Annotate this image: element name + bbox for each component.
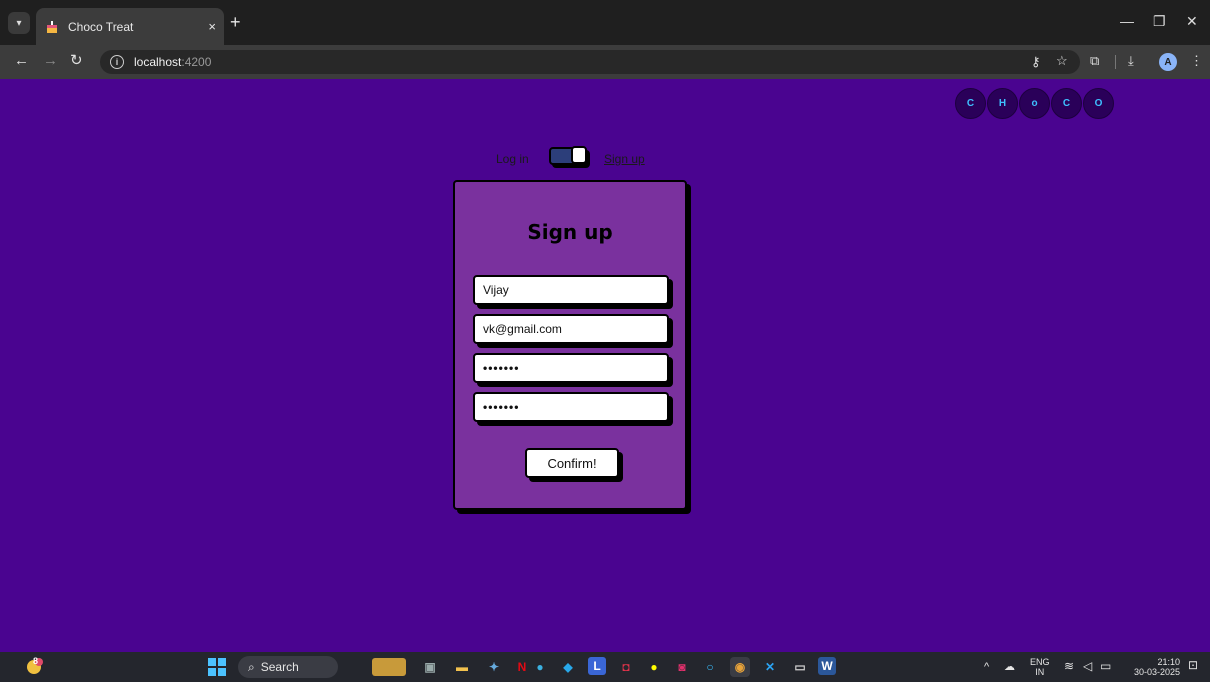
new-tab-button[interactable]: +: [230, 13, 241, 31]
region-code: IN: [1035, 667, 1045, 677]
chrome-icon[interactable]: ◉: [730, 657, 750, 677]
restore-icon[interactable]: ❐: [1153, 14, 1166, 28]
signup-label[interactable]: Sign up: [604, 152, 645, 166]
onedrive-icon[interactable]: ☁: [1004, 662, 1015, 673]
task-view-icon[interactable]: ▣: [420, 657, 440, 677]
confirm-password-field[interactable]: •••••••: [473, 392, 669, 422]
confirm-button[interactable]: Confirm!: [525, 448, 619, 478]
password-field[interactable]: •••••••: [473, 353, 669, 383]
cortana-icon[interactable]: ○: [700, 657, 720, 677]
back-icon[interactable]: ←: [14, 53, 29, 69]
toolbar-divider: [1115, 55, 1116, 69]
more-menu-icon[interactable]: ⋮: [1190, 54, 1203, 68]
signup-card: Sign up Vijay vk@gmail.com ••••••• •••••…: [453, 180, 687, 510]
date-text: 30-03-2025: [1133, 667, 1180, 677]
choco-logo: C H o C O: [955, 88, 1115, 119]
language-indicator[interactable]: ENG IN: [1030, 657, 1050, 677]
auth-mode-toggle-row: Log in Sign up: [496, 146, 666, 171]
logo-letter: o: [1019, 88, 1050, 119]
address-port: :4200: [181, 55, 212, 69]
file-explorer-icon[interactable]: ▬: [452, 657, 472, 677]
volume-icon[interactable]: ◁: [1083, 660, 1092, 672]
vscode-icon[interactable]: ✕: [760, 657, 780, 677]
forward-icon[interactable]: →: [43, 53, 58, 69]
netflix-icon[interactable]: N: [512, 657, 532, 677]
snapchat-icon[interactable]: ●: [644, 657, 664, 677]
tab-search-button[interactable]: ▾: [8, 12, 30, 34]
time-text: 21:10: [1157, 657, 1180, 667]
mcafee-icon[interactable]: ◘: [616, 657, 636, 677]
switch-knob[interactable]: [571, 146, 587, 164]
language-code: ENG: [1030, 657, 1050, 667]
logo-letter: O: [1083, 88, 1114, 119]
edge-icon[interactable]: ●: [530, 657, 550, 677]
windows-start-icon[interactable]: [207, 657, 227, 677]
wifi-icon[interactable]: ≋: [1064, 660, 1074, 672]
widgets-icon[interactable]: [372, 658, 406, 676]
instagram-icon[interactable]: ◙: [672, 657, 692, 677]
weather-badge: 8: [33, 656, 39, 666]
copilot-icon[interactable]: ✦: [484, 657, 504, 677]
clock[interactable]: 21:10 30-03-2025: [1128, 657, 1180, 677]
logo-letter: H: [987, 88, 1018, 119]
login-label[interactable]: Log in: [496, 152, 529, 166]
bookmark-star-icon[interactable]: ☆: [1056, 54, 1068, 68]
tab-close-icon[interactable]: ×: [208, 19, 216, 34]
password-key-icon[interactable]: ⚷: [1031, 55, 1041, 69]
name-field[interactable]: Vijay: [473, 275, 669, 305]
terminal-icon[interactable]: ▭: [790, 657, 810, 677]
extensions-icon[interactable]: ⧉: [1090, 54, 1099, 68]
email-field[interactable]: vk@gmail.com: [473, 314, 669, 344]
word-icon[interactable]: W: [818, 657, 836, 675]
download-icon[interactable]: ⤓: [1128, 54, 1134, 68]
minimize-icon[interactable]: —: [1120, 14, 1134, 28]
address-host: localhost: [134, 55, 182, 69]
outlook-icon[interactable]: ◆: [558, 657, 578, 677]
browser-tab[interactable]: Choco Treat ×: [36, 8, 224, 45]
taskbar-search-label: Search: [260, 660, 299, 674]
address-bar[interactable]: i localhost:4200: [100, 50, 1080, 74]
auth-mode-switch[interactable]: [549, 146, 587, 165]
close-window-icon[interactable]: ✕: [1186, 14, 1198, 28]
search-icon: ⌕: [248, 659, 255, 674]
logo-letter: C: [955, 88, 986, 119]
show-hidden-icons-icon[interactable]: ^: [984, 662, 989, 673]
signup-title: Sign up: [527, 220, 613, 244]
reload-icon[interactable]: ↻: [70, 53, 83, 69]
tab-title: Choco Treat: [68, 19, 134, 34]
notifications-icon[interactable]: ⊡: [1188, 659, 1198, 671]
site-info-icon[interactable]: i: [110, 55, 124, 69]
logo-letter: C: [1051, 88, 1082, 119]
linkedin-icon[interactable]: L: [588, 657, 606, 675]
battery-icon[interactable]: ▭: [1100, 660, 1111, 672]
taskbar-search[interactable]: ⌕ Search: [238, 656, 338, 678]
profile-avatar[interactable]: A: [1159, 53, 1177, 71]
cake-favicon-icon: [44, 19, 60, 35]
